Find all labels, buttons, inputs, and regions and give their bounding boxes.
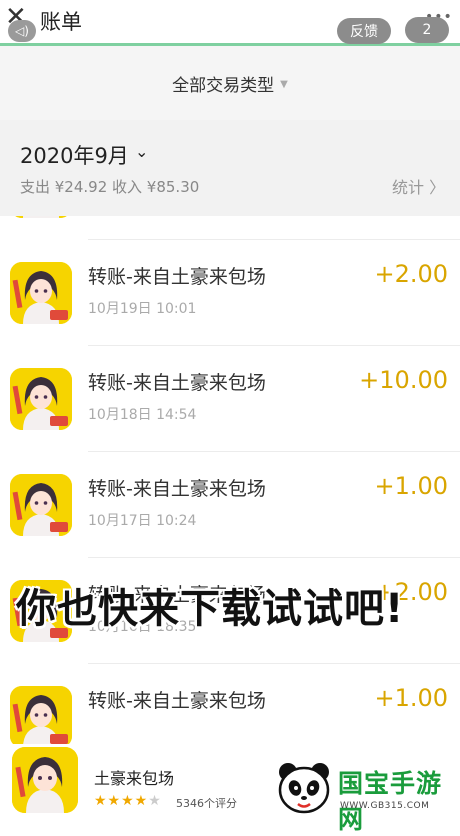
- transaction-amount: +1.00: [374, 684, 448, 712]
- app-name: 土豪来包场: [94, 769, 175, 788]
- top-bar: ✕ ◁) 账单 ••• 反馈 2: [0, 0, 460, 46]
- app-avatar-icon: [10, 474, 72, 536]
- feedback-button[interactable]: 反馈: [337, 18, 391, 44]
- panda-logo-icon: [278, 763, 330, 814]
- transaction-row[interactable]: 转账-来自土豪来包场 10月19日 10:01 +2.00: [0, 240, 460, 346]
- month-selector[interactable]: 2020年9月: [20, 140, 129, 170]
- transaction-amount: +2.00: [374, 260, 448, 288]
- transaction-row[interactable]: 转账-来自土豪来包场 10月18日 14:54 +10.00: [0, 346, 460, 452]
- transaction-amount: +10.00: [359, 366, 448, 394]
- transaction-title: 转账-来自土豪来包场: [88, 478, 266, 500]
- transaction-list: 转账-来自土豪来包场10月20日 12:12+2.00 转账-来自土豪来包场 10月…: [0, 216, 460, 825]
- app-icon[interactable]: [12, 747, 78, 813]
- month-totals: 支出 ¥24.92 收入 ¥85.30: [20, 178, 200, 196]
- month-summary-panel: 2020年9月 ⌄ 支出 ¥24.92 收入 ¥85.30 统计 〉: [0, 120, 460, 216]
- page-title: 账单: [40, 10, 82, 34]
- watermark-url: WWW.GB315.COM: [340, 801, 430, 811]
- transaction-row[interactable]: 转账-来自土豪来包场10月20日 12:12+2.00: [0, 216, 460, 240]
- rating-count: 5346个评分: [176, 797, 237, 810]
- overlay-caption: 你也快来下载试试吧!: [16, 586, 405, 632]
- filter-label: 全部交易类型: [172, 75, 275, 96]
- transaction-title: 转账-来自土豪来包场: [88, 266, 266, 288]
- stats-link[interactable]: 统计 〉: [392, 174, 445, 198]
- app-avatar-icon: [10, 216, 72, 218]
- transaction-date: 10月18日 14:54: [88, 407, 197, 423]
- watermark-brand: 国宝手游网: [338, 769, 443, 834]
- app-avatar-icon: [10, 686, 72, 748]
- app-avatar-icon: [10, 262, 72, 324]
- transaction-date: 10月19日 10:01: [88, 301, 197, 317]
- transaction-title: 转账-来自土豪来包场: [88, 690, 266, 712]
- transaction-row[interactable]: 转账-来自土豪来包场 10月17日 10:24 +1.00: [0, 452, 460, 558]
- speaker-icon[interactable]: ◁): [8, 20, 36, 42]
- transaction-type-filter[interactable]: 全部交易类型 ▼: [0, 46, 460, 120]
- transaction-title: 转账-来自土豪来包场: [88, 372, 266, 394]
- transaction-date: 10月17日 10:24: [88, 513, 197, 529]
- triangle-down-icon: ▼: [280, 78, 288, 90]
- transaction-amount: +1.00: [374, 472, 448, 500]
- chevron-down-icon[interactable]: ⌄: [135, 142, 148, 161]
- star-rating: ★★★★★: [94, 793, 162, 809]
- app-avatar-icon: [10, 368, 72, 430]
- counter-button[interactable]: 2: [405, 17, 449, 43]
